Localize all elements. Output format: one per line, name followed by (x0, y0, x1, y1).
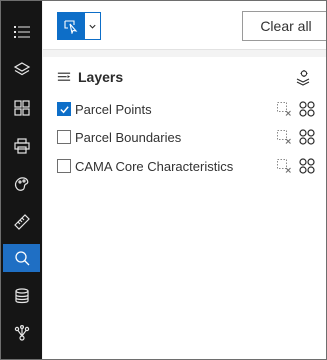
layer-label: Parcel Points (75, 101, 152, 117)
clear-selection-icon[interactable] (276, 129, 292, 145)
layers-icon[interactable] (3, 56, 40, 84)
query-search-icon[interactable] (3, 244, 40, 272)
select-cursor-icon (63, 20, 77, 34)
chevron-down-icon (89, 24, 96, 29)
attribute-fields-icon[interactable] (298, 100, 316, 118)
layer-checkbox[interactable] (57, 102, 71, 116)
layer-options-icon[interactable] (294, 69, 312, 87)
attribute-fields-icon[interactable] (298, 157, 316, 175)
layer-label: CAMA Core Characteristics (75, 158, 234, 174)
measure-icon[interactable] (3, 208, 40, 236)
palette-icon[interactable] (3, 170, 40, 198)
clear-all-button[interactable]: Clear all (242, 11, 326, 41)
network-icon[interactable] (3, 319, 40, 347)
layers-collapse-icon[interactable] (57, 70, 71, 84)
clear-selection-icon[interactable] (276, 158, 292, 174)
selection-mode-dropdown[interactable] (84, 12, 101, 40)
layer-row-parcel-points[interactable]: Parcel Points (57, 98, 317, 120)
grid-icon[interactable] (3, 94, 40, 122)
print-icon[interactable] (3, 132, 40, 160)
app-frame: Clear all Layers Parcel Points Parcel Bo… (0, 0, 327, 360)
layer-row-cama-core[interactable]: CAMA Core Characteristics (57, 155, 317, 177)
clear-selection-icon[interactable] (276, 101, 292, 117)
layer-label: Parcel Boundaries (75, 129, 182, 145)
attribute-fields-icon[interactable] (298, 128, 316, 146)
layers-title: Layers (78, 69, 124, 85)
select-panel: Clear all Layers Parcel Points Parcel Bo… (43, 1, 326, 359)
layer-row-parcel-boundaries[interactable]: Parcel Boundaries (57, 126, 317, 148)
toolbar: Clear all (43, 1, 326, 50)
sidebar-rail (1, 1, 42, 359)
layers-header: Layers (57, 67, 123, 87)
layer-checkbox[interactable] (57, 159, 71, 173)
check-icon (59, 105, 69, 113)
layer-checkbox[interactable] (57, 130, 71, 144)
layers-list-card: Layers Parcel Points Parcel Boundaries C… (43, 57, 326, 359)
list-icon[interactable] (3, 18, 40, 46)
database-icon[interactable] (3, 282, 40, 310)
selection-tool-button[interactable] (57, 12, 84, 40)
